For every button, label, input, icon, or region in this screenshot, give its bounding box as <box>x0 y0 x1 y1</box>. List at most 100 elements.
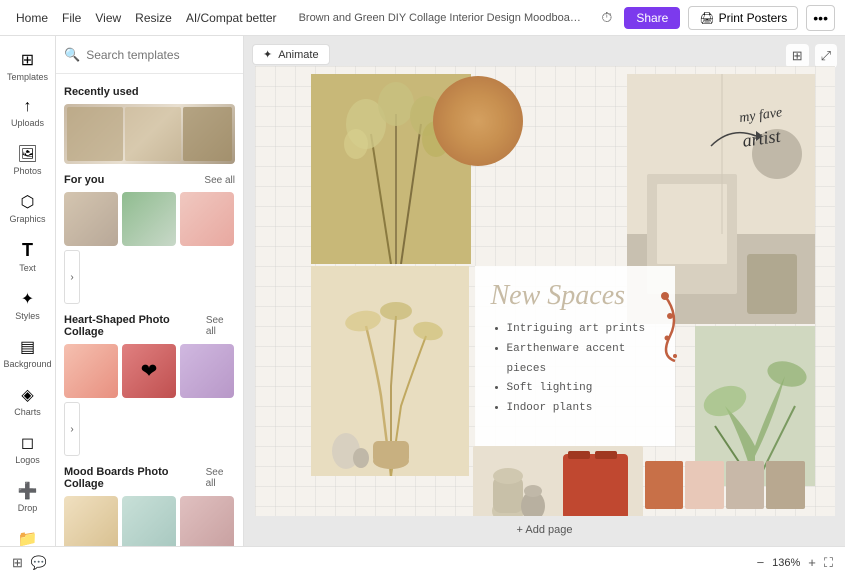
doc-title: Brown and Green DIY Collage Interior Des… <box>299 12 582 24</box>
swatch-3 <box>726 461 765 509</box>
panel-scroll[interactable]: Recently used For you See all <box>56 74 243 546</box>
list-item[interactable] <box>64 192 118 246</box>
moodboard-canvas[interactable]: New Spaces Intriguing art prints Earthen… <box>255 66 835 516</box>
animate-icon: ✦ <box>263 48 272 61</box>
sidebar-item-templates[interactable]: ⊞ Templates <box>4 44 52 88</box>
mood-boards-header: Mood Boards Photo Collage See all <box>64 466 235 490</box>
recently-used-header: Recently used <box>64 86 235 98</box>
list-item[interactable] <box>122 496 176 546</box>
scroll-right-arrow-heart[interactable]: › <box>64 402 80 456</box>
printer-icon: 🖨 <box>699 11 714 25</box>
search-input[interactable] <box>86 48 241 62</box>
nav-resize[interactable]: Resize <box>129 7 178 29</box>
bottom-right: − 136% + ⛶ <box>757 555 833 571</box>
mood-boards-grid: › <box>64 496 235 546</box>
list-item[interactable] <box>180 344 234 398</box>
sidebar-item-photos[interactable]: 🖼 Photos <box>4 138 52 182</box>
decorative-lines <box>655 286 705 366</box>
drop-label: Drop <box>18 503 38 513</box>
photos-label: Photos <box>13 166 41 176</box>
charts-icon: ◈ <box>21 385 33 405</box>
graphics-icon: ⬡ <box>21 192 35 212</box>
heart-shaped-header: Heart-Shaped Photo Collage See all <box>64 314 235 338</box>
sidebar-item-drop[interactable]: ➕ Drop <box>4 475 52 519</box>
zoom-in-icon[interactable]: + <box>808 555 816 570</box>
templates-icon: ⊞ <box>21 50 34 70</box>
recently-used-title: Recently used <box>64 86 139 98</box>
sidebar-item-uploads[interactable]: ↑ Uploads <box>4 92 52 134</box>
templates-label: Templates <box>7 72 48 82</box>
animate-button[interactable]: ✦ Animate <box>252 44 330 65</box>
search-bar: 🔍 ⚙ <box>56 36 243 74</box>
background-label: Background <box>3 359 51 369</box>
canvas-icon-expand[interactable]: ⤢ <box>815 44 837 68</box>
bottom-icon-grid[interactable]: ⊞ <box>12 555 23 571</box>
swatch-4 <box>766 461 805 509</box>
nav-file[interactable]: File <box>56 7 87 29</box>
list-item[interactable] <box>180 496 234 546</box>
logos-icon: ◻ <box>21 433 34 453</box>
heart-shaped-see-all[interactable]: See all <box>206 315 235 337</box>
canvas-top-right: ⊞ ⤢ <box>786 44 837 68</box>
text-icon: T <box>22 240 33 261</box>
template-thumb-recent[interactable] <box>64 104 235 164</box>
sidebar-item-graphics[interactable]: ⬡ Graphics <box>4 186 52 230</box>
folders-icon: 📁 <box>18 529 38 546</box>
styles-label: Styles <box>15 311 40 321</box>
top-nav-right: ⏱ Share 🖨 Print Posters ••• <box>597 5 835 31</box>
nav-view[interactable]: View <box>89 7 127 29</box>
nav-home[interactable]: Home <box>10 7 54 29</box>
bullet-list: Intriguing art prints Earthenware accent… <box>491 320 659 419</box>
zoom-level: 136% <box>772 557 800 569</box>
bullet-item-2: Earthenware accent pieces <box>507 340 659 380</box>
photo-basket[interactable] <box>433 76 523 166</box>
for-you-grid: › <box>64 192 235 304</box>
recently-used-grid <box>64 104 235 164</box>
background-icon: ▤ <box>20 337 35 357</box>
search-icon: 🔍 <box>64 47 80 63</box>
uploads-label: Uploads <box>11 118 44 128</box>
photo-pampas[interactable] <box>311 266 469 476</box>
scroll-right-arrow[interactable]: › <box>64 250 80 304</box>
fullscreen-icon[interactable]: ⛶ <box>824 555 833 571</box>
sidebar-item-background[interactable]: ▤ Background <box>4 331 52 375</box>
uploads-icon: ↑ <box>24 98 32 116</box>
moodboard-title: New Spaces <box>491 280 659 312</box>
photos-icon: 🖼 <box>17 144 37 164</box>
nav-icon-btn-1[interactable]: ⏱ <box>597 5 616 30</box>
main-layout: ⊞ Templates ↑ Uploads 🖼 Photos ⬡ Graphic… <box>0 36 845 546</box>
add-page-button[interactable]: + Add page <box>517 524 573 536</box>
bottom-left: ⊞ 💬 <box>12 555 47 571</box>
nav-ai[interactable]: AI/Compat better <box>180 7 283 29</box>
sidebar-item-folders[interactable]: 📁 Folders <box>4 523 52 546</box>
color-swatches <box>645 461 805 509</box>
mood-boards-title: Mood Boards Photo Collage <box>64 466 206 490</box>
charts-label: Charts <box>14 407 41 417</box>
more-button[interactable]: ••• <box>806 5 835 31</box>
print-button[interactable]: 🖨 Print Posters <box>688 6 798 30</box>
list-item[interactable] <box>180 192 234 246</box>
bottom-bar: ⊞ 💬 − 136% + ⛶ <box>0 546 845 578</box>
canvas-area[interactable]: ✦ Animate ⊞ ⤢ <box>244 36 845 546</box>
share-button[interactable]: Share <box>624 7 680 29</box>
mood-boards-see-all[interactable]: See all <box>206 467 235 489</box>
photo-bag[interactable] <box>473 446 643 516</box>
drop-icon: ➕ <box>18 481 38 501</box>
icon-bar: ⊞ Templates ↑ Uploads 🖼 Photos ⬡ Graphic… <box>0 36 56 546</box>
sidebar-item-charts[interactable]: ◈ Charts <box>4 379 52 423</box>
top-nav: Home File View Resize AI/Compat better B… <box>0 0 845 36</box>
list-item[interactable] <box>64 496 118 546</box>
list-item[interactable] <box>122 192 176 246</box>
bottom-icon-comment[interactable]: 💬 <box>31 555 47 571</box>
list-item[interactable] <box>64 344 118 398</box>
sidebar-item-styles[interactable]: ✦ Styles <box>4 283 52 327</box>
canvas-icon-grid[interactable]: ⊞ <box>786 44 809 68</box>
for-you-see-all[interactable]: See all <box>204 175 235 186</box>
bullet-item-4: Indoor plants <box>507 399 659 419</box>
sidebar-item-text[interactable]: T Text <box>4 234 52 279</box>
zoom-out-icon[interactable]: − <box>757 555 765 570</box>
list-item[interactable]: ❤ <box>122 344 176 398</box>
templates-panel: 🔍 ⚙ Recently used For you <box>56 36 244 546</box>
sidebar-item-logos[interactable]: ◻ Logos <box>4 427 52 471</box>
heart-shaped-title: Heart-Shaped Photo Collage <box>64 314 206 338</box>
